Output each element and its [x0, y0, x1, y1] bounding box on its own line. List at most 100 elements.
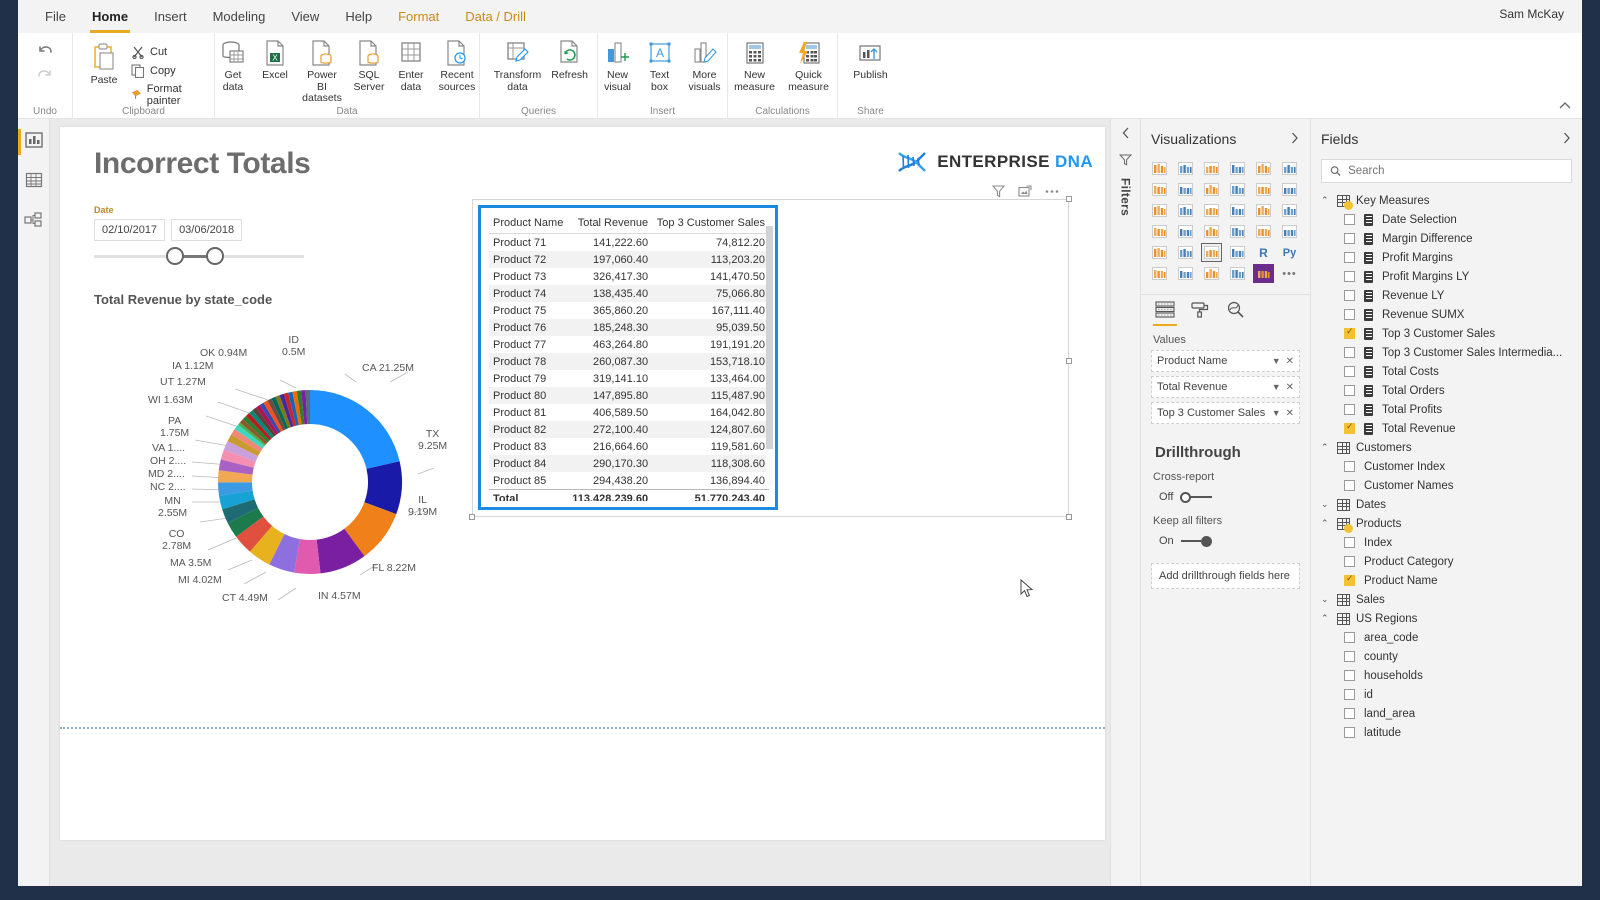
redo-button[interactable] — [31, 65, 59, 87]
data-table[interactable]: Product Name Total Revenue Top 3 Custome… — [489, 214, 769, 501]
field-checkbox[interactable] — [1344, 252, 1355, 263]
scatter-chart-icon[interactable] — [1175, 201, 1196, 220]
resize-handle-mr[interactable] — [1066, 358, 1072, 364]
table-icon[interactable] — [1201, 243, 1222, 262]
field-checkbox[interactable] — [1344, 708, 1355, 719]
transform-data-button[interactable]: Transform data — [486, 38, 548, 95]
field-checkbox[interactable] — [1344, 421, 1355, 434]
py-script-visual-icon[interactable]: Py — [1279, 243, 1300, 262]
field-item[interactable]: households — [1311, 666, 1582, 685]
table-row[interactable]: Product 74 138,435.40 75,066.80 — [489, 285, 769, 302]
values-well-item-total-revenue[interactable]: Total Revenue ▼ ✕ — [1151, 376, 1300, 398]
remove-field-icon[interactable]: ✕ — [1286, 408, 1294, 419]
visualization-type-grid[interactable]: R Py ••• — [1141, 157, 1310, 291]
field-checkbox[interactable] — [1344, 214, 1355, 225]
field-checkbox[interactable] — [1344, 347, 1355, 358]
stacked-bar-chart-icon[interactable] — [1149, 159, 1170, 178]
text-box-button[interactable]: A Text box — [639, 38, 681, 95]
refresh-button[interactable]: Refresh — [549, 38, 591, 84]
table-row[interactable]: Product 85 294,438.20 136,894.40 — [489, 472, 769, 490]
cross-report-toggle-row[interactable]: Off — [1141, 487, 1310, 513]
table-row[interactable]: Product 83 216,664.60 119,581.60 — [489, 438, 769, 455]
table-row[interactable]: Product 78 260,087.30 153,718.10 — [489, 353, 769, 370]
fields-tree[interactable]: ⌃ Key Measures Date Selection Margin Differ… — [1311, 191, 1582, 742]
tab-fields[interactable] — [1153, 301, 1177, 326]
field-item[interactable]: area_code — [1311, 628, 1582, 647]
paste-button[interactable]: Paste — [81, 41, 127, 89]
gauge-icon[interactable] — [1227, 222, 1248, 241]
field-item[interactable]: Profit Margins — [1311, 248, 1582, 267]
ribbon-chart-icon[interactable] — [1279, 180, 1300, 199]
chevron-down-icon[interactable]: ▼ — [1272, 356, 1281, 366]
date-slicer[interactable]: Date 02/10/2017 03/06/2018 — [94, 205, 314, 265]
table-row[interactable]: Product 84 290,170.30 118,308.60 — [489, 455, 769, 472]
field-checkbox[interactable] — [1344, 689, 1355, 700]
get-data-button[interactable]: Get data — [212, 38, 254, 95]
field-item[interactable]: Revenue SUMX — [1311, 305, 1582, 324]
shape-map-icon[interactable] — [1175, 222, 1196, 241]
field-item[interactable]: Profit Margins LY — [1311, 267, 1582, 286]
field-item[interactable]: Total Revenue — [1311, 419, 1582, 438]
cross-report-toggle[interactable] — [1180, 491, 1213, 503]
report-page-canvas[interactable]: Incorrect Totals ENTERPRISE DNA Date 02/… — [60, 127, 1105, 840]
resize-handle-bl[interactable] — [469, 514, 475, 520]
qa-visual-icon[interactable] — [1201, 264, 1222, 283]
100-stacked-column-chart-icon[interactable] — [1279, 159, 1300, 178]
chevron-up-icon[interactable]: ⌃ — [1321, 442, 1331, 453]
chevron-down-icon[interactable]: ⌄ — [1321, 499, 1331, 510]
menu-item-help[interactable]: Help — [332, 3, 385, 31]
field-checkbox[interactable] — [1344, 233, 1355, 244]
publish-button[interactable]: Publish — [848, 38, 892, 84]
field-checkbox[interactable] — [1344, 309, 1355, 320]
field-item[interactable]: Total Orders — [1311, 381, 1582, 400]
field-item[interactable]: Top 3 Customer Sales Intermedia... — [1311, 343, 1582, 362]
fields-group-dates[interactable]: ⌄ Dates — [1311, 495, 1582, 514]
field-item[interactable]: Date Selection — [1311, 210, 1582, 229]
table-row[interactable]: Product 80 147,895.80 115,487.90 — [489, 387, 769, 404]
field-checkbox[interactable] — [1344, 366, 1355, 377]
tab-format[interactable] — [1191, 301, 1210, 326]
field-checkbox[interactable] — [1344, 573, 1355, 586]
menu-item-file[interactable]: File — [32, 3, 79, 31]
visual-config-tabs[interactable] — [1141, 294, 1310, 326]
chevron-down-icon[interactable]: ▼ — [1272, 408, 1281, 418]
fields-group-products[interactable]: ⌃ Products — [1311, 514, 1582, 533]
field-item[interactable]: Revenue LY — [1311, 286, 1582, 305]
data-view-button[interactable] — [23, 169, 45, 191]
stacked-area-chart-icon[interactable] — [1201, 180, 1222, 199]
key-influencers-icon[interactable] — [1149, 264, 1170, 283]
visualizations-expand-button[interactable] — [1290, 132, 1300, 147]
date-slider-track[interactable] — [94, 247, 304, 265]
donut-slice[interactable] — [310, 390, 400, 469]
card-icon[interactable] — [1253, 222, 1274, 241]
column-header-total-revenue[interactable]: Total Revenue — [567, 214, 653, 234]
multi-row-card-icon[interactable] — [1279, 222, 1300, 241]
map-icon[interactable] — [1279, 201, 1300, 220]
line-stacked-column-icon[interactable] — [1227, 180, 1248, 199]
user-account-name[interactable]: Sam McKay — [1499, 7, 1564, 21]
drillthrough-drop-zone[interactable]: Add drillthrough fields here — [1151, 563, 1300, 589]
fields-group-sales[interactable]: ⌄ Sales — [1311, 590, 1582, 609]
remove-field-icon[interactable]: ✕ — [1286, 356, 1294, 367]
table-vertical-scrollbar[interactable] — [766, 226, 773, 485]
more-visuals-button[interactable]: More visuals — [681, 38, 729, 95]
table-row[interactable]: Product 76 185,248.30 95,039.50 — [489, 319, 769, 336]
matrix-icon[interactable] — [1227, 243, 1248, 262]
model-view-button[interactable] — [23, 209, 45, 231]
new-visual-button[interactable]: New visual — [597, 38, 639, 95]
field-item[interactable]: Customer Names — [1311, 476, 1582, 495]
menu-item-insert[interactable]: Insert — [141, 3, 200, 31]
line-chart-icon[interactable] — [1149, 180, 1170, 199]
format-painter-button[interactable]: Format painter — [127, 81, 206, 109]
field-checkbox[interactable] — [1344, 290, 1355, 301]
date-slicer-start[interactable]: 02/10/2017 — [94, 219, 166, 241]
field-item[interactable]: Customer Index — [1311, 457, 1582, 476]
date-slider-handle-start[interactable] — [166, 247, 184, 265]
field-item[interactable]: Total Profits — [1311, 400, 1582, 419]
undo-button[interactable] — [31, 41, 59, 63]
fields-expand-button[interactable] — [1562, 132, 1572, 147]
ribbon-collapse-button[interactable] — [1558, 99, 1572, 114]
field-checkbox[interactable] — [1344, 271, 1355, 282]
table-row[interactable]: Product 75 365,860.20 167,111.40 — [489, 302, 769, 319]
field-item[interactable]: Total Costs — [1311, 362, 1582, 381]
